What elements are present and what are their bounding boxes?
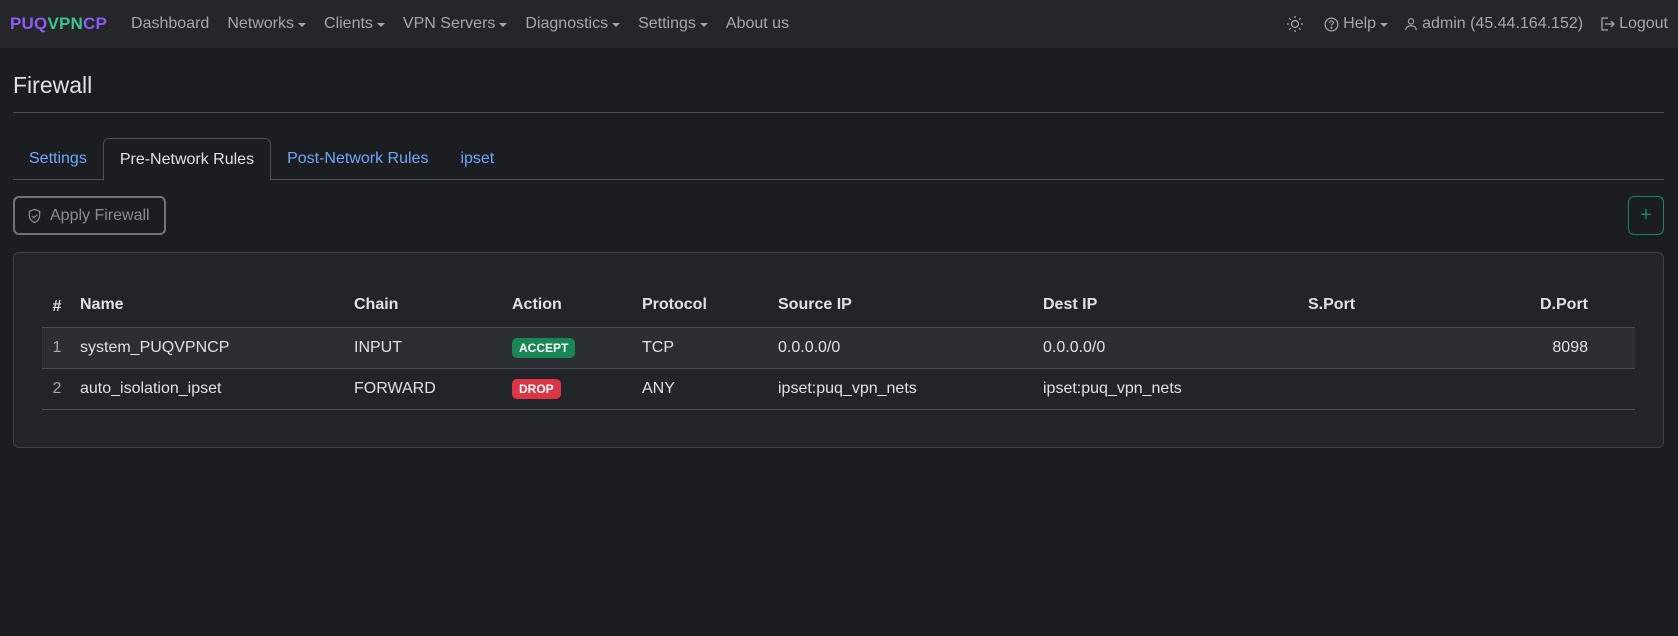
add-rule-button[interactable]: + — [1628, 196, 1664, 235]
col-header-num: # — [42, 287, 72, 328]
cell-sport — [1300, 327, 1438, 369]
col-header-protocol: Protocol — [634, 287, 770, 328]
tab-settings[interactable]: Settings — [13, 138, 103, 180]
table-row[interactable]: 2 auto_isolation_ipset FORWARD DROP ANY … — [42, 368, 1635, 410]
table-row[interactable]: 1 system_PUQVPNCP INPUT ACCEPT TCP 0.0.0… — [42, 327, 1635, 369]
action-badge: ACCEPT — [512, 337, 576, 358]
logout-link[interactable]: Logout — [1599, 15, 1668, 33]
caret-down-icon — [612, 23, 621, 27]
page-title: Firewall — [13, 72, 93, 98]
col-header-dest-ip: Dest IP — [1035, 287, 1300, 328]
cell-actions — [1596, 368, 1635, 410]
theme-toggle-button[interactable] — [1286, 15, 1308, 33]
nav-diagnostics-label: Diagnostics — [525, 15, 609, 32]
nav-vpn-servers-dropdown[interactable]: VPN Servers — [402, 15, 508, 33]
cell-sport — [1300, 368, 1438, 410]
nav-networks-label: Networks — [227, 15, 295, 32]
nav-right-group: Help admin (45.44.164.152) Logout — [1270, 15, 1668, 33]
cell-source-ip: ipset:puq_vpn_nets — [770, 368, 1035, 410]
brand-part-3: CP — [83, 14, 108, 33]
brand-part-2: VPN — [47, 14, 84, 33]
caret-down-icon — [499, 23, 508, 27]
action-badge: DROP — [512, 378, 561, 399]
nav-diagnostics-dropdown[interactable]: Diagnostics — [525, 15, 621, 33]
col-header-action: Action — [504, 287, 634, 328]
rules-card: # Name Chain Action Protocol Source IP D… — [13, 252, 1664, 448]
cell-name: auto_isolation_ipset — [72, 368, 346, 410]
col-header-dport: D.Port — [1438, 287, 1596, 328]
sun-icon — [1286, 15, 1304, 33]
nav-clients-label: Clients — [324, 15, 373, 32]
tab-post-network-rules[interactable]: Post-Network Rules — [271, 138, 444, 180]
user-menu[interactable]: admin (45.44.164.152) — [1404, 15, 1583, 33]
brand-logo[interactable]: PUQVPNCP — [10, 14, 107, 34]
nav-settings-dropdown[interactable]: Settings — [638, 15, 708, 33]
cell-protocol: TCP — [634, 327, 770, 369]
help-dropdown[interactable]: Help — [1324, 15, 1389, 33]
cell-dport — [1438, 368, 1596, 410]
caret-down-icon — [376, 23, 385, 27]
nav-about[interactable]: About us — [726, 15, 789, 33]
nav-dashboard[interactable]: Dashboard — [131, 15, 209, 33]
cell-protocol: ANY — [634, 368, 770, 410]
plus-icon: + — [1640, 204, 1652, 226]
cell-source-ip: 0.0.0.0/0 — [770, 327, 1035, 369]
cell-dest-ip: 0.0.0.0/0 — [1035, 327, 1300, 369]
cell-name: system_PUQVPNCP — [72, 327, 346, 369]
apply-firewall-button[interactable]: Apply Firewall — [13, 196, 166, 235]
brand-part-1: PUQ — [10, 14, 48, 33]
col-header-name: Name — [72, 287, 346, 328]
title-divider — [13, 112, 1664, 113]
tab-bar: Settings Pre-Network Rules Post-Network … — [13, 138, 1664, 181]
rules-table: # Name Chain Action Protocol Source IP D… — [42, 287, 1635, 410]
cell-dport: 8098 — [1438, 327, 1596, 369]
tab-ipset[interactable]: ipset — [444, 138, 510, 180]
col-header-actions — [1596, 287, 1635, 328]
cell-actions — [1596, 327, 1635, 369]
table-header-row: # Name Chain Action Protocol Source IP D… — [42, 287, 1635, 328]
caret-down-icon — [298, 23, 307, 27]
cell-action: DROP — [504, 368, 634, 410]
apply-firewall-label: Apply Firewall — [50, 206, 150, 224]
nav-settings-label: Settings — [638, 15, 696, 32]
cell-num: 2 — [42, 368, 72, 410]
nav-about-label: About us — [725, 15, 790, 32]
col-header-sport: S.Port — [1300, 287, 1438, 328]
tab-pre-network-rules[interactable]: Pre-Network Rules — [102, 138, 272, 181]
cell-chain: FORWARD — [346, 368, 504, 410]
person-icon — [1404, 17, 1418, 31]
cell-num: 1 — [42, 327, 72, 369]
logout-icon — [1599, 16, 1615, 32]
col-header-source-ip: Source IP — [770, 287, 1035, 328]
cell-action: ACCEPT — [504, 327, 634, 369]
logout-label: Logout — [1619, 15, 1668, 32]
nav-clients-dropdown[interactable]: Clients — [324, 15, 385, 33]
top-navbar: PUQVPNCP Dashboard Networks Clients VPN … — [0, 0, 1678, 48]
user-label: admin (45.44.164.152) — [1422, 15, 1584, 32]
nav-vpn-servers-label: VPN Servers — [402, 15, 496, 32]
nav-networks-dropdown[interactable]: Networks — [227, 15, 307, 33]
col-header-chain: Chain — [346, 287, 504, 328]
shield-check-icon — [28, 208, 41, 223]
cell-chain: INPUT — [346, 327, 504, 369]
cell-dest-ip: ipset:puq_vpn_nets — [1035, 368, 1300, 410]
help-label: Help — [1343, 15, 1377, 32]
caret-down-icon — [699, 23, 708, 27]
caret-down-icon — [1380, 23, 1389, 27]
question-circle-icon — [1324, 17, 1339, 32]
nav-dashboard-label: Dashboard — [131, 15, 210, 32]
